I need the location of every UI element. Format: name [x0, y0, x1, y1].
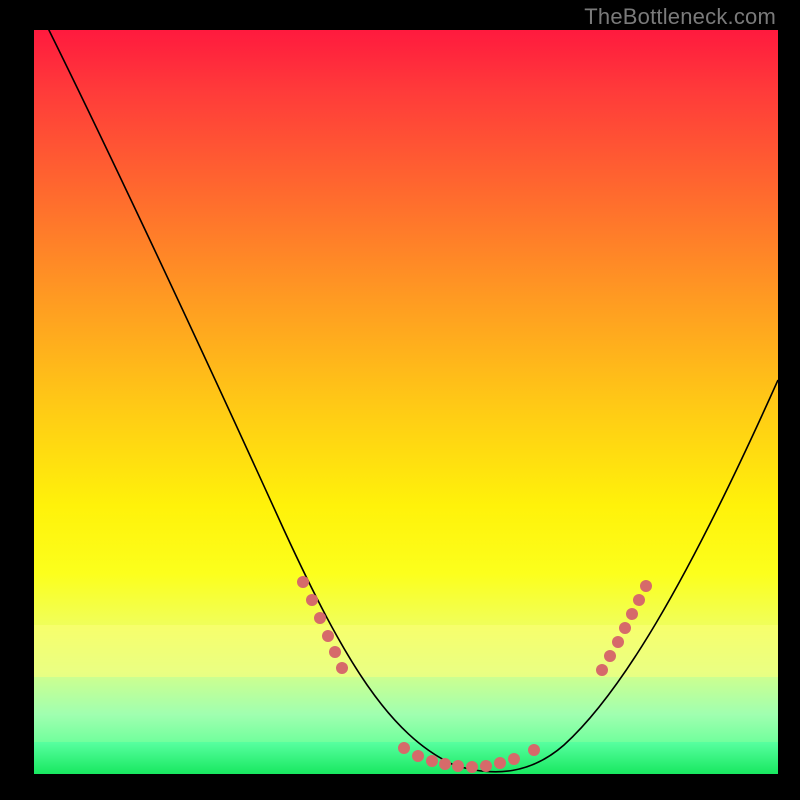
curve-dot: [528, 744, 540, 756]
curve-dot: [640, 580, 652, 592]
curve-dot: [314, 612, 326, 624]
chart-plot-area: [34, 30, 778, 774]
curve-dot: [322, 630, 334, 642]
curve-dot: [306, 594, 318, 606]
bottleneck-curve: [34, 0, 778, 772]
curve-dot: [439, 758, 451, 770]
curve-dot: [633, 594, 645, 606]
curve-dot: [466, 761, 478, 773]
curve-dot: [494, 757, 506, 769]
curve-dot: [596, 664, 608, 676]
curve-dot: [619, 622, 631, 634]
curve-dot: [508, 753, 520, 765]
curve-dot: [426, 755, 438, 767]
curve-dot: [452, 760, 464, 772]
curve-dot: [412, 750, 424, 762]
curve-dot: [604, 650, 616, 662]
curve-dot: [336, 662, 348, 674]
curve-dot: [612, 636, 624, 648]
watermark-text: TheBottleneck.com: [584, 4, 776, 30]
curve-dot: [480, 760, 492, 772]
curve-dot: [626, 608, 638, 620]
curve-dot: [398, 742, 410, 754]
curve-dot: [329, 646, 341, 658]
curve-dot: [297, 576, 309, 588]
curve-svg: [34, 30, 778, 774]
